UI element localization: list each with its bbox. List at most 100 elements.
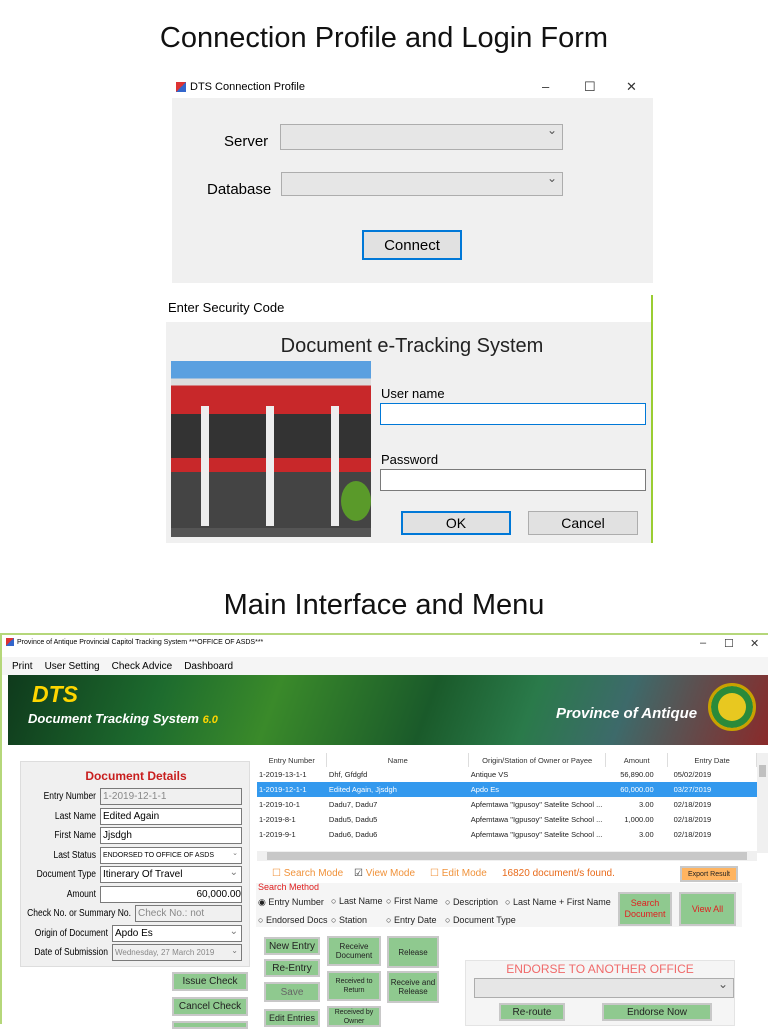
cancel-check-button[interactable]: Cancel Check [172, 997, 248, 1016]
field-date-of-submission[interactable]: Wednesday, 27 March 2019 [112, 944, 242, 961]
server-select[interactable] [280, 123, 563, 150]
table-cell: Apfemtawa "Igpusoy" Satelite School ... [470, 815, 603, 824]
table-cell: Dhf, Gfdgfd [328, 770, 368, 779]
province-seal-icon [708, 683, 756, 731]
search-document-button[interactable]: Search Document [618, 892, 672, 926]
field-last-status[interactable]: ENDORSED TO OFFICE OF ASDS [100, 847, 242, 864]
edit-entries-button[interactable]: Edit Entries [264, 1009, 320, 1027]
field-label: Document Type [36, 869, 96, 880]
table-cell: 02/18/2019 [673, 815, 712, 824]
radio-first-name[interactable]: ○ First Name [386, 896, 438, 906]
menu-check-advice[interactable]: Check Advice [112, 661, 173, 672]
view-mode-checkbox[interactable]: ☑ View Mode [354, 868, 415, 879]
vertical-scrollbar[interactable] [757, 753, 768, 853]
close-icon[interactable]: ✕ [626, 79, 637, 95]
endorse-now-button[interactable]: Endorse Now [602, 1003, 712, 1021]
table-cell: 3.00 [639, 830, 654, 839]
table-row[interactable]: 1-2019-9-1 Dadu6, Dadu6 Apfemtawa "Igpusoy… [257, 827, 757, 842]
save-button[interactable]: Save [264, 982, 320, 1002]
table-cell: Dadu5, Dadu5 [328, 815, 378, 824]
export-result-button[interactable]: Export Result [680, 866, 738, 882]
minimize-icon[interactable]: – [700, 637, 706, 649]
field-label: Amount [66, 889, 96, 900]
table-cell: 02/18/2019 [673, 830, 712, 839]
field-origin-of-document[interactable]: Apdo Es [112, 925, 242, 942]
field-label: Date of Submission [34, 947, 108, 958]
banner: DTS Document Tracking System 6.0 Provinc… [8, 675, 768, 745]
password-input[interactable] [380, 469, 646, 491]
column-header[interactable]: Entry Number [257, 753, 328, 767]
menu-user-setting[interactable]: User Setting [45, 661, 100, 672]
table-cell: 1-2019-9-1 [259, 830, 296, 839]
window-border [651, 295, 653, 543]
menu-print[interactable]: Print [12, 661, 33, 672]
maximize-icon[interactable]: ☐ [724, 637, 734, 650]
maximize-icon[interactable]: ☐ [584, 79, 596, 95]
table-cell: Dadu7, Dadu7 [328, 800, 378, 809]
field-check-no-or-summary-no[interactable]: Check No.: not [135, 905, 242, 922]
table-cell: Antique VS [470, 770, 509, 779]
view-all-button[interactable]: View All [679, 892, 736, 926]
radio-document-type[interactable]: ○ Document Type [445, 915, 516, 925]
table-row[interactable]: 1-2019-13-1-1 Dhf, Gfdgfd Antique VS 56,890… [257, 767, 757, 782]
column-header[interactable]: Name [326, 753, 470, 767]
heading-main-interface: Main Interface and Menu [223, 589, 545, 621]
field-document-type[interactable]: Itinerary Of Travel [100, 866, 242, 883]
table-cell: Apdo Es [468, 782, 606, 797]
ok-button[interactable]: OK [401, 511, 511, 535]
received-to-return-button[interactable]: Received to Return [327, 971, 381, 1001]
issue-check-button[interactable]: Issue Check [172, 972, 248, 991]
radio-station[interactable]: ○ Station [331, 915, 367, 925]
search-method-title: Search Method [258, 882, 320, 892]
database-select[interactable] [281, 171, 563, 196]
column-header[interactable]: Entry Date [667, 753, 757, 767]
table-row[interactable]: 1-2019-8-1 Dadu5, Dadu5 Apfemtawa "Igpusoy… [257, 812, 757, 827]
field-first-name[interactable]: Jjsdgh [100, 827, 242, 844]
banner-logo: DTS [32, 681, 78, 707]
table-cell: 60,000.00 [605, 782, 668, 797]
table-cell: Apfemtawa "Igpusoy" Satelite School ... [470, 830, 603, 839]
radio-entry-number[interactable]: ◉ Entry Number [258, 897, 324, 908]
field-label: First Name [54, 830, 96, 841]
release-button[interactable]: Release [387, 936, 439, 968]
radio-entry-date[interactable]: ○ Entry Date [386, 915, 436, 925]
minimize-icon[interactable]: – [542, 79, 549, 94]
edit-mode-checkbox[interactable]: ☐ Edit Mode [430, 868, 487, 879]
username-input[interactable] [380, 403, 646, 425]
table-row[interactable]: 1-2019-10-1 Dadu7, Dadu7 Apfemtawa "Igpuso… [257, 797, 757, 812]
horizontal-scrollbar[interactable] [257, 851, 757, 861]
table-cell: 56,890.00 [620, 770, 654, 779]
close-icon[interactable]: ✕ [750, 637, 759, 650]
office-select[interactable] [474, 977, 734, 998]
receive-document-button[interactable]: Receive Document [327, 936, 381, 966]
new-entry-button[interactable]: New Entry [264, 937, 320, 955]
re-entry-button[interactable]: Re-Entry [264, 959, 320, 977]
column-header[interactable]: Origin/Station of Owner or Payee [468, 753, 607, 767]
heading-connection-login: Connection Profile and Login Form [159, 22, 609, 54]
capitol-building-image [171, 361, 371, 537]
endorse-title: ENDORSE TO ANOTHER OFFICE [506, 962, 694, 976]
field-label: Check No. or Summary No. [27, 908, 131, 919]
table-cell: 1-2019-8-1 [259, 815, 296, 824]
radio-last-first-name[interactable]: ○ Last Name + First Name [505, 897, 611, 907]
re-route-button[interactable]: Re-route [499, 1003, 565, 1021]
receive-and-release-button[interactable]: Receive and Release [387, 971, 439, 1003]
field-label: Last Name [54, 811, 96, 822]
field-amount[interactable]: 60,000.00 [100, 886, 242, 903]
field-last-name[interactable]: Edited Again [100, 808, 242, 825]
search-mode-checkbox[interactable]: ☐ Search Mode [272, 868, 343, 879]
table-cell: Apfemtawa "Igpusoy" Satelite School ... [470, 800, 603, 809]
radio-last-name[interactable]: ○ Last Name [331, 896, 382, 906]
documents-found: 16820 document/s found. [502, 868, 615, 879]
field-entry-number[interactable]: 1-2019-12-1-1 [100, 788, 242, 805]
column-header[interactable]: Amount [605, 753, 669, 767]
menu-dashboard[interactable]: Dashboard [184, 661, 233, 672]
menu-bar: Print User Setting Check Advice Dashboar… [2, 657, 768, 675]
table-cell: 1,000.00 [624, 815, 654, 824]
connect-button[interactable]: Connect [362, 230, 462, 260]
radio-endorsed-docs[interactable]: ○ Endorsed Docs [258, 915, 327, 925]
radio-description[interactable]: ○ Description [445, 897, 498, 907]
table-row[interactable]: 1-2019-12-1-1 Edited Again, Jjsdgh Apdo Es… [257, 782, 757, 797]
side-button[interactable] [172, 1021, 248, 1029]
cancel-button[interactable]: Cancel [528, 511, 638, 535]
